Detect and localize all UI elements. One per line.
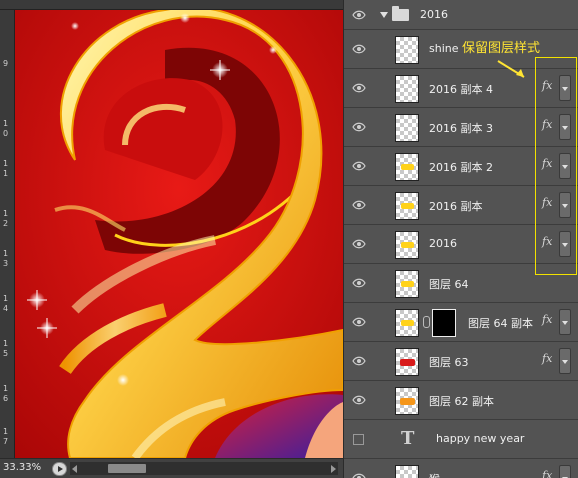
- eye-icon[interactable]: [352, 10, 366, 20]
- layer-thumbnail[interactable]: [395, 114, 419, 142]
- layer-mask-thumbnail[interactable]: [432, 309, 456, 337]
- layer-name: 图层 64 副本: [468, 317, 533, 330]
- layers-panel: 2016 shine 2016 副本 4 fx 2016 副本 3 fx 2016 副本 …: [343, 0, 578, 478]
- layer-name: 2016 副本: [429, 200, 483, 213]
- folder-icon: [392, 6, 409, 21]
- document-canvas[interactable]: [15, 10, 343, 458]
- layer-thumbnail[interactable]: [395, 465, 419, 478]
- eye-icon[interactable]: [352, 317, 366, 327]
- fx-highlight-box: [535, 57, 577, 275]
- layer-row[interactable]: Thappy new year: [344, 420, 578, 459]
- ruler-mark: 4: [3, 304, 9, 313]
- layer-thumbnail[interactable]: [395, 270, 419, 298]
- layer-name: 2016 副本 3: [429, 122, 493, 135]
- layer-thumbnail[interactable]: [395, 153, 419, 181]
- ruler-mark: 1: [3, 119, 9, 128]
- ruler-mark: 1: [3, 294, 9, 303]
- group-name: 2016: [420, 8, 448, 21]
- eye-icon[interactable]: [352, 44, 366, 54]
- status-bar: 33.33%: [0, 458, 343, 478]
- eye-icon[interactable]: [352, 161, 366, 171]
- ruler-mark: 6: [3, 394, 9, 403]
- layer-name: 2016: [429, 237, 457, 250]
- fx-expand-arrow-icon[interactable]: [559, 465, 571, 478]
- eye-icon[interactable]: [352, 239, 366, 249]
- eye-icon[interactable]: [352, 473, 366, 478]
- layer-name: happy new year: [436, 432, 525, 445]
- ruler-mark: 1: [3, 427, 9, 436]
- layer-row[interactable]: 图层 63 fx: [344, 342, 578, 381]
- text-layer-icon: T: [401, 428, 415, 449]
- scrollbar-thumb[interactable]: [108, 464, 146, 473]
- ruler-mark: 1: [3, 249, 9, 258]
- ruler-mark: 0: [3, 129, 9, 138]
- ruler-mark: 5: [3, 349, 9, 358]
- eye-icon[interactable]: [352, 83, 366, 93]
- layer-name: 图层 64: [429, 278, 469, 291]
- layer-thumbnail[interactable]: [395, 75, 419, 103]
- ruler-mark: 1: [3, 169, 9, 178]
- layer-group-row[interactable]: 2016: [344, 0, 578, 30]
- left-ruler: 91011121314151617: [0, 10, 15, 458]
- layer-thumbnail[interactable]: [395, 309, 419, 337]
- eye-icon[interactable]: [352, 395, 366, 405]
- layer-name: 猴: [429, 471, 440, 478]
- zoom-level-field[interactable]: 33.33%: [3, 462, 41, 473]
- annotation-text: 保留图层样式: [462, 41, 541, 56]
- layer-thumbnail[interactable]: [395, 387, 419, 415]
- photoshop-window: 91011121314151617 33.33% 2016 shine 2016…: [0, 0, 578, 478]
- layer-thumbnail[interactable]: [395, 348, 419, 376]
- fx-icon[interactable]: fx: [542, 352, 552, 365]
- ruler-mark: 1: [3, 384, 9, 393]
- annotation-arrow-icon: [497, 60, 525, 78]
- link-icon[interactable]: [423, 316, 430, 328]
- ruler-mark: 2: [3, 219, 9, 228]
- ruler-mark: 9: [3, 59, 9, 68]
- ruler-mark: 3: [3, 259, 9, 268]
- layer-name: 2016 副本 2: [429, 161, 493, 174]
- horizontal-scrollbar[interactable]: [70, 462, 338, 475]
- ruler-mark: 1: [3, 339, 9, 348]
- visibility-toggle[interactable]: [353, 434, 364, 445]
- eye-icon[interactable]: [352, 122, 366, 132]
- layer-name: 图层 62 副本: [429, 395, 494, 408]
- layer-name: 2016 副本 4: [429, 83, 493, 96]
- ruler-mark: 7: [3, 437, 9, 446]
- fx-expand-arrow-icon[interactable]: [559, 309, 571, 335]
- layer-row[interactable]: 猴 fx: [344, 459, 578, 478]
- ruler-mark: 1: [3, 159, 9, 168]
- layer-name: 图层 63: [429, 356, 469, 369]
- eye-icon[interactable]: [352, 200, 366, 210]
- fx-expand-arrow-icon[interactable]: [559, 348, 571, 374]
- layer-row[interactable]: 图层 64 副本 fx: [344, 303, 578, 342]
- fx-icon[interactable]: fx: [542, 313, 552, 326]
- layer-thumbnail[interactable]: [395, 36, 419, 64]
- layer-thumbnail[interactable]: [395, 192, 419, 220]
- document-info-button[interactable]: [52, 462, 67, 476]
- fx-icon[interactable]: fx: [542, 469, 552, 478]
- scroll-left-arrow-icon[interactable]: [72, 465, 77, 473]
- layer-name: shine: [429, 42, 459, 55]
- chevron-down-icon[interactable]: [380, 12, 388, 18]
- top-ruler: [0, 0, 343, 10]
- ruler-mark: 1: [3, 209, 9, 218]
- artwork-number-2: [15, 10, 343, 458]
- eye-icon[interactable]: [352, 356, 366, 366]
- layer-thumbnail[interactable]: [395, 231, 419, 259]
- layer-row[interactable]: 图层 62 副本: [344, 381, 578, 420]
- scroll-right-arrow-icon[interactable]: [331, 465, 336, 473]
- eye-icon[interactable]: [352, 278, 366, 288]
